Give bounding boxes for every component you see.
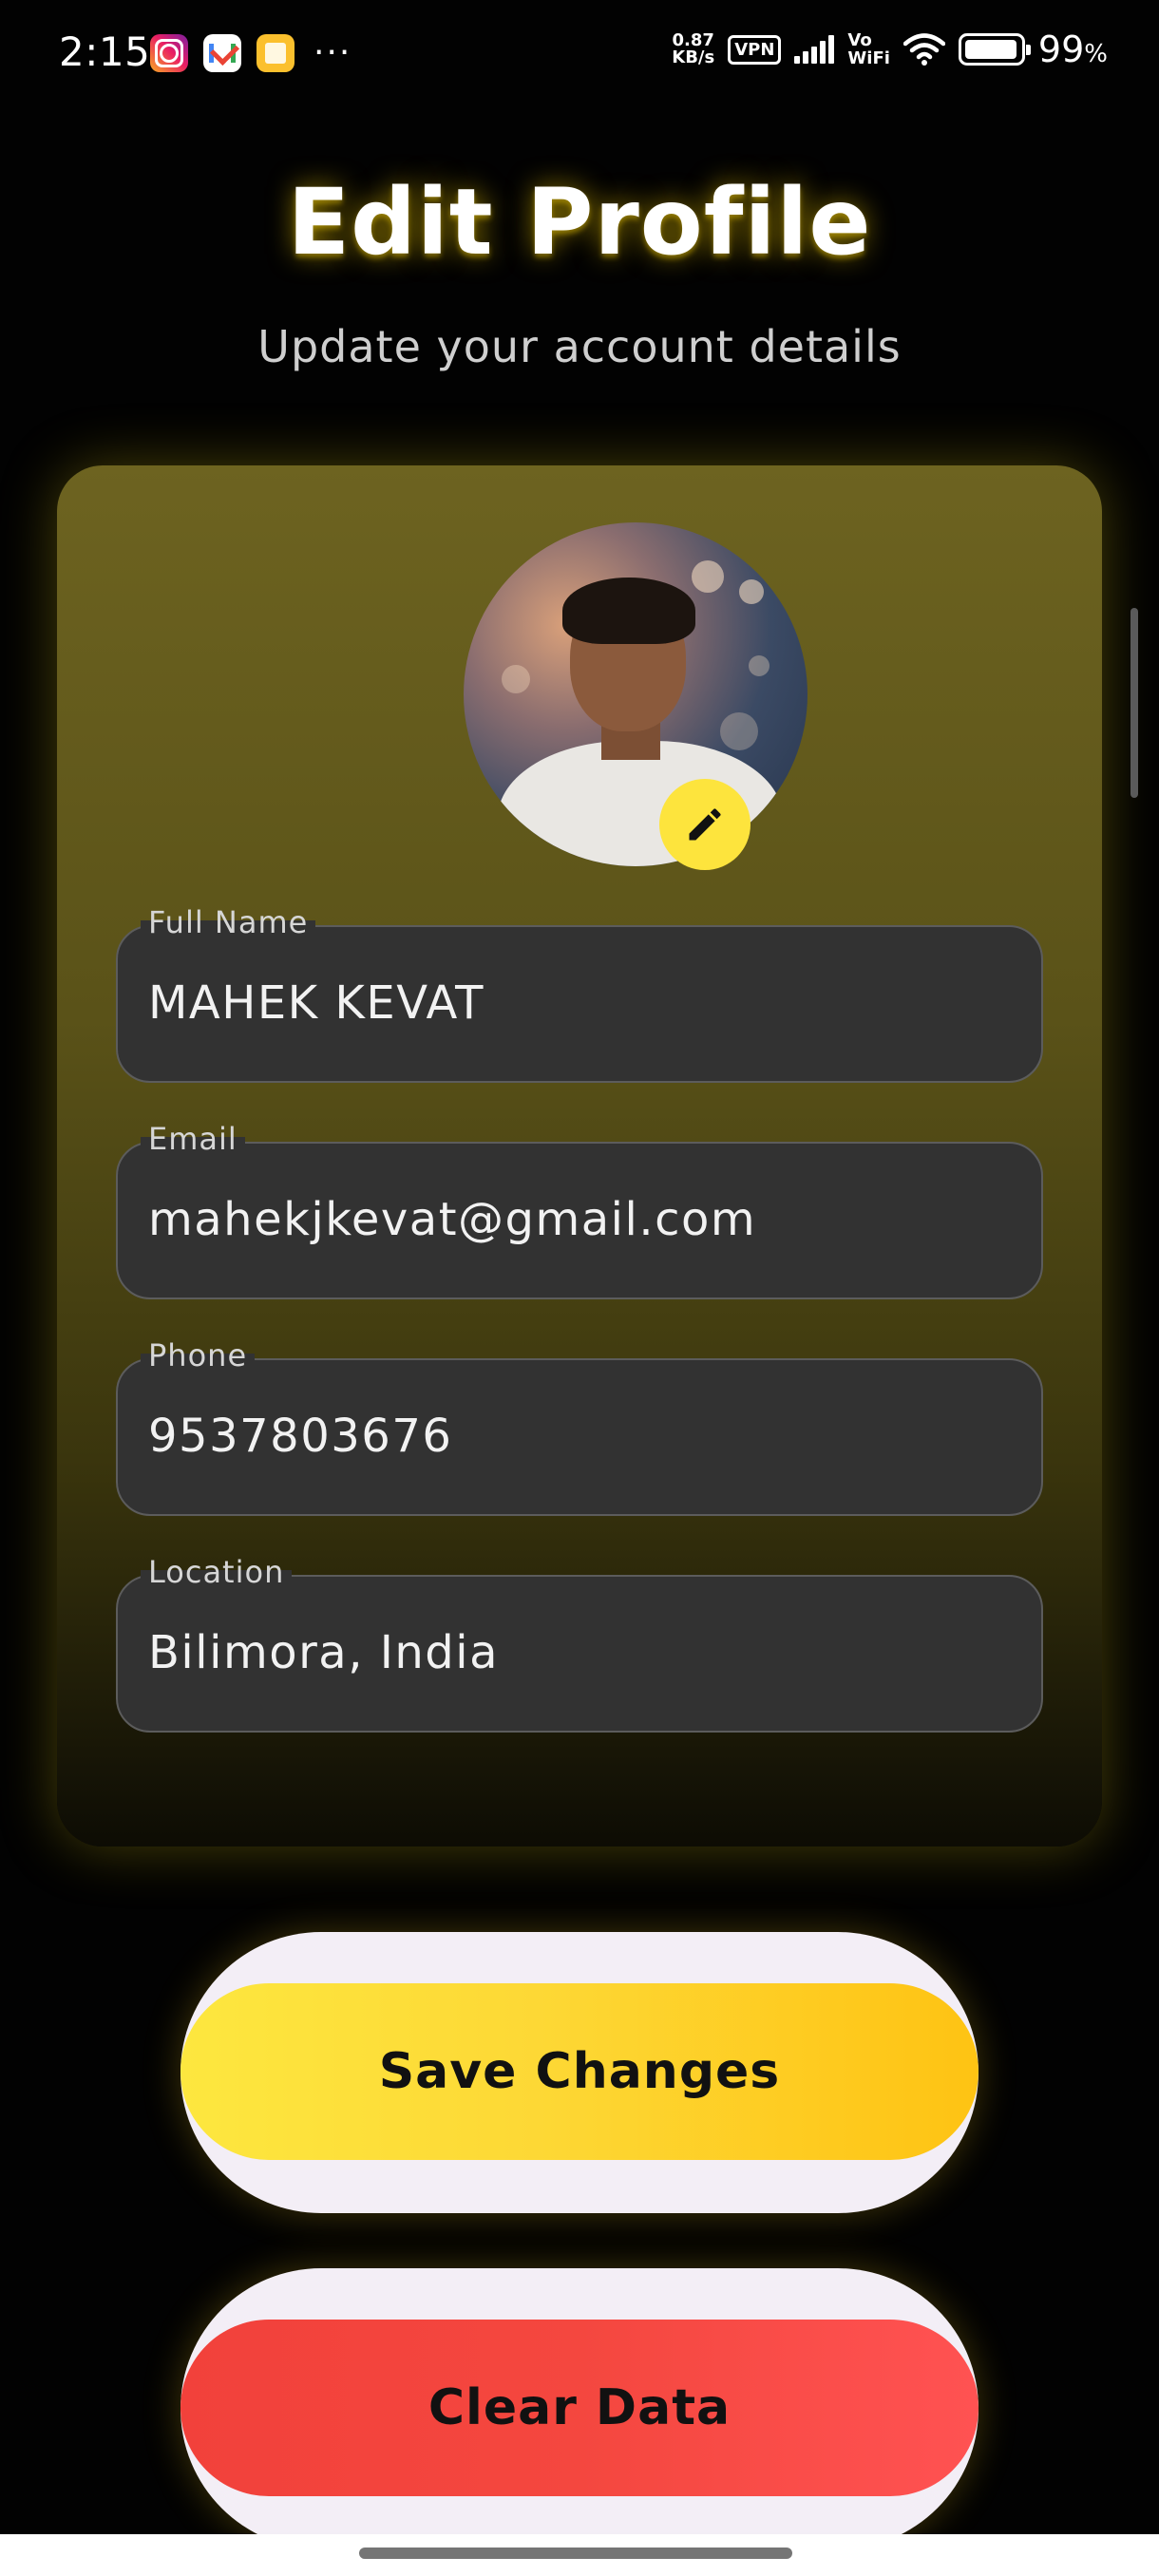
- battery-icon: [958, 33, 1031, 66]
- location-field[interactable]: Location Bilimora, India: [116, 1554, 1043, 1733]
- edit-avatar-button[interactable]: [659, 779, 750, 870]
- home-indicator[interactable]: [359, 2548, 792, 2559]
- phone-value[interactable]: 9537803676: [148, 1410, 452, 1463]
- battery-percentage: 99%: [1038, 28, 1108, 70]
- cell-signal-icon: [794, 35, 835, 64]
- edit-profile-screen: 2:15 ··· 0.87 KB/s VPN Vo WiFi 99% Edit …: [0, 0, 1159, 2576]
- page-title: Edit Profile: [287, 169, 872, 275]
- status-bar: 2:15 ··· 0.87 KB/s VPN Vo WiFi 99%: [0, 0, 1159, 106]
- save-changes-button[interactable]: Save Changes: [180, 1983, 978, 2160]
- battery-percentage-value: 99: [1037, 28, 1085, 70]
- vowifi-icon: Vo WiFi: [847, 31, 890, 67]
- phone-label: Phone: [141, 1337, 256, 1373]
- email-field[interactable]: Email mahekjkevat@gmail.com: [116, 1121, 1043, 1299]
- network-speed-unit: KB/s: [672, 47, 715, 67]
- clear-data-button[interactable]: Clear Data: [180, 2320, 978, 2496]
- status-indicators: 0.87 KB/s VPN Vo WiFi 99%: [672, 28, 1108, 70]
- avatar-hair: [562, 578, 695, 644]
- wifi-icon: [902, 33, 945, 66]
- save-button-container: Save Changes: [180, 1932, 978, 2213]
- full-name-label: Full Name: [141, 904, 316, 940]
- vowifi-label: WiFi: [847, 48, 890, 68]
- scrollbar[interactable]: [1130, 608, 1138, 798]
- notes-icon: [256, 34, 294, 72]
- email-label: Email: [141, 1121, 245, 1157]
- avatar-bokeh: [749, 655, 770, 676]
- profile-card: Full Name MAHEK KEVAT Email mahekjkevat@…: [57, 465, 1102, 1847]
- page-subtitle: Update your account details: [257, 321, 902, 372]
- location-label: Location: [141, 1554, 293, 1590]
- vpn-icon: VPN: [728, 34, 782, 65]
- clear-button-container: Clear Data: [180, 2268, 978, 2549]
- avatar[interactable]: [464, 522, 808, 866]
- status-time: 2:15: [59, 28, 151, 75]
- phone-field[interactable]: Phone 9537803676: [116, 1337, 1043, 1516]
- location-value[interactable]: Bilimora, India: [148, 1626, 499, 1679]
- avatar-bokeh: [739, 579, 764, 604]
- notification-icons: ···: [150, 34, 352, 72]
- avatar-bokeh: [692, 560, 724, 593]
- vowifi-vo: Vo: [847, 30, 872, 50]
- avatar-bokeh: [720, 712, 758, 750]
- instagram-icon: [150, 34, 188, 72]
- full-name-field[interactable]: Full Name MAHEK KEVAT: [116, 904, 1043, 1083]
- network-speed: 0.87 KB/s: [672, 32, 714, 66]
- battery-percentage-unit: %: [1084, 40, 1108, 68]
- gmail-icon: [203, 34, 241, 72]
- pencil-icon: [689, 808, 721, 841]
- full-name-value[interactable]: MAHEK KEVAT: [148, 976, 484, 1030]
- email-value[interactable]: mahekjkevat@gmail.com: [148, 1193, 756, 1246]
- more-notifications-icon: ···: [314, 33, 352, 72]
- avatar-bokeh: [502, 665, 530, 693]
